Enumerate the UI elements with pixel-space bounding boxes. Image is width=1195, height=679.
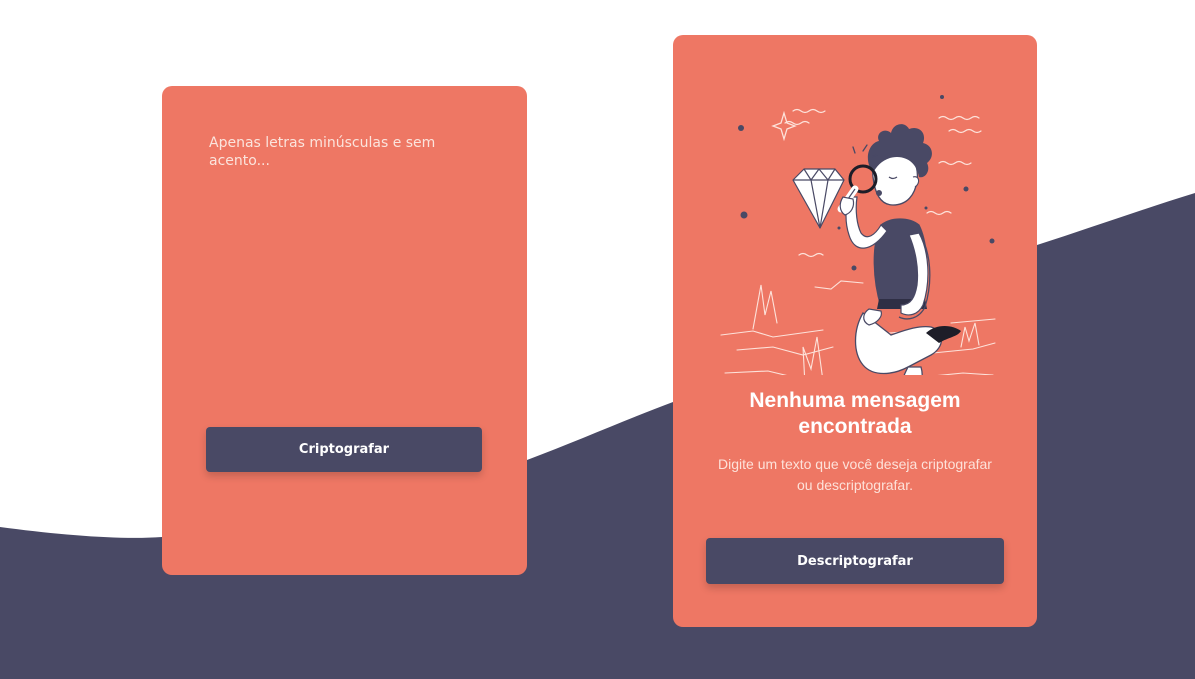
empty-state-description: Digite um texto que você deseja criptogr… — [718, 456, 992, 493]
encrypt-card: Criptografar — [162, 86, 527, 575]
message-input[interactable] — [209, 134, 484, 334]
decrypt-button[interactable]: Descriptografar — [706, 538, 1004, 584]
encrypt-button[interactable]: Criptografar — [206, 427, 482, 472]
empty-state-title: Nenhuma mensagem encontrada — [749, 389, 961, 438]
result-card: Nenhuma mensagem encontrada Digite um te… — [673, 35, 1037, 627]
person-with-magnifying-glass-icon — [720, 95, 996, 375]
